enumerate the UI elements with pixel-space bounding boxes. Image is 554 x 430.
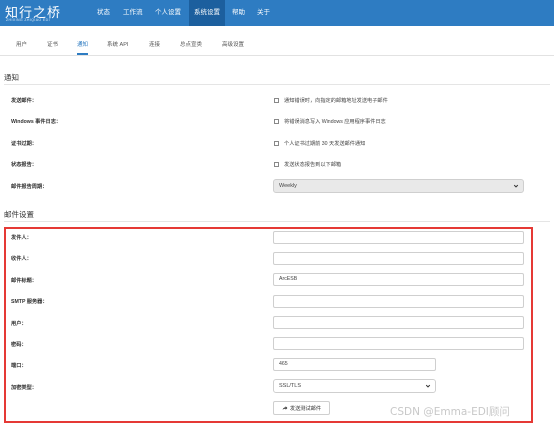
- report-frequency-label: 邮件报告周期：: [11, 184, 48, 190]
- chevron-down-icon: [425, 384, 431, 388]
- watermark: CSDN @Emma-EDI顾问: [390, 406, 510, 418]
- nav-help[interactable]: 帮助: [227, 0, 250, 26]
- send-email-checkbox[interactable]: [274, 97, 279, 103]
- nav-profile[interactable]: 个人设置: [150, 0, 186, 26]
- send-test-email-button[interactable]: 发送测试邮件: [273, 401, 330, 415]
- send-email-text: 通知错误时，向指定的邮箱地址发送电子邮件: [284, 97, 388, 104]
- from-input[interactable]: [273, 231, 524, 244]
- tab-certificates[interactable]: 证书: [47, 36, 58, 55]
- encryption-label: 加密类型：: [11, 385, 37, 391]
- section-divider: [4, 84, 550, 85]
- tab-summary[interactable]: 总点宣类: [180, 36, 202, 55]
- cert-expiry-checkbox[interactable]: [274, 140, 279, 146]
- mail-section-title: 邮件设置: [4, 210, 34, 219]
- status-report-checkbox[interactable]: [274, 161, 279, 167]
- smtp-server-input[interactable]: [273, 295, 524, 308]
- tab-connections[interactable]: 连接: [149, 36, 160, 55]
- tab-users[interactable]: 用户: [16, 36, 27, 55]
- subject-input[interactable]: ArcESB: [273, 273, 524, 286]
- section-divider: [4, 221, 550, 222]
- to-input[interactable]: [273, 252, 524, 265]
- nav-settings[interactable]: 系统设置: [189, 0, 225, 26]
- subject-label: 邮件标题：: [11, 278, 37, 284]
- logo-subtext: ZHIXING ZHIQIAO EDI: [6, 18, 50, 22]
- report-frequency-select[interactable]: Weekly: [273, 179, 524, 193]
- send-test-email-label: 发送测试邮件: [289, 405, 322, 412]
- cert-expiry-text: 个人证书过期前 30 天发送邮件通知: [284, 140, 366, 147]
- status-report-option[interactable]: 发送状态报告到以下邮箱: [274, 160, 341, 168]
- app-logo[interactable]: 知行之桥 ZHIXING ZHIQIAO EDI: [5, 2, 75, 24]
- port-input[interactable]: 465: [273, 358, 436, 371]
- windows-event-log-label: Windows 事件日志：: [11, 119, 62, 125]
- nav-status[interactable]: 状态: [92, 0, 115, 26]
- port-label: 端口：: [11, 363, 27, 369]
- encryption-value: SSL/TLS: [279, 383, 302, 389]
- smtp-server-label: SMTP 服务器：: [11, 299, 48, 305]
- password-input[interactable]: [273, 337, 524, 350]
- send-email-label: 发送邮件：: [11, 98, 37, 104]
- windows-event-log-option[interactable]: 将错误消息写入 Windows 应用程序事件日志: [274, 117, 386, 125]
- encryption-select[interactable]: SSL/TLS: [273, 379, 436, 393]
- chevron-down-icon: [513, 184, 519, 188]
- nav-workflow[interactable]: 工作流: [118, 0, 148, 26]
- share-arrow-icon: [282, 406, 288, 410]
- user-input[interactable]: [273, 316, 524, 329]
- to-label: 收件人：: [11, 256, 32, 262]
- tab-system-api[interactable]: 系统 API: [107, 36, 128, 55]
- nav-about[interactable]: 关于: [252, 0, 275, 26]
- user-label: 用户：: [11, 321, 27, 327]
- status-report-label: 状态报告：: [11, 162, 37, 168]
- cert-expiry-option[interactable]: 个人证书过期前 30 天发送邮件通知: [274, 139, 365, 147]
- windows-event-log-checkbox[interactable]: [274, 118, 279, 124]
- tab-notifications[interactable]: 通知: [77, 36, 89, 55]
- from-label: 发件人：: [11, 235, 32, 241]
- tab-advanced[interactable]: 高级设置: [222, 36, 244, 55]
- report-frequency-value: Weekly: [279, 183, 297, 189]
- password-label: 密码：: [11, 342, 27, 348]
- windows-event-log-text: 将错误消息写入 Windows 应用程序事件日志: [284, 118, 386, 125]
- notification-section-title: 通知: [4, 73, 19, 82]
- top-navbar: 知行之桥 ZHIXING ZHIQIAO EDI 状态 工作流 个人设置 系统设…: [0, 0, 554, 26]
- status-report-text: 发送状态报告到以下邮箱: [284, 161, 342, 168]
- settings-tabs: 用户 证书 通知 系统 API 连接 总点宣类 高级设置: [0, 36, 554, 56]
- send-email-option[interactable]: 通知错误时，向指定的邮箱地址发送电子邮件: [274, 96, 388, 104]
- cert-expiry-label: 证书过期：: [11, 141, 37, 147]
